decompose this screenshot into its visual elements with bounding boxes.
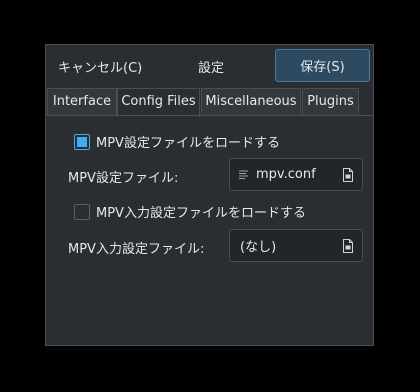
text-file-icon [238,169,250,181]
save-button[interactable]: 保存(S) [275,49,370,82]
load-mpv-conf-label: MPV設定ファイルをロードする [96,136,280,151]
load-input-conf-checkbox-row[interactable]: MPV入力設定ファイルをロードする [74,202,306,221]
tab-miscellaneous[interactable]: Miscellaneous [201,88,301,116]
load-input-conf-label: MPV入力設定ファイルをロードする [96,206,306,221]
mpv-conf-label: MPV設定ファイル: [68,171,179,186]
mpv-conf-value: mpv.conf [256,167,316,182]
settings-dialog: キャンセル(C) 設定 保存(S) Interface Config Files… [45,44,374,346]
load-mpv-conf-checkbox[interactable] [74,133,90,150]
dialog-header: キャンセル(C) 設定 保存(S) [46,45,373,89]
input-conf-value: (なし) [240,240,277,255]
tab-config-files[interactable]: Config Files [117,88,200,117]
input-conf-file-field[interactable]: (なし) [229,229,363,262]
document-open-icon[interactable] [342,168,354,182]
tab-plugins[interactable]: Plugins [302,88,359,116]
load-input-conf-checkbox[interactable] [74,203,90,220]
load-mpv-conf-checkbox-row[interactable]: MPV設定ファイルをロードする [74,132,280,151]
cancel-button[interactable]: キャンセル(C) [58,57,142,76]
tab-interface[interactable]: Interface [47,88,117,116]
dialog-title: 設定 [198,61,225,76]
mpv-conf-file-field[interactable]: mpv.conf [229,158,363,191]
document-open-icon[interactable] [342,239,354,253]
input-conf-label: MPV入力設定ファイル: [68,242,205,257]
tab-divider [46,115,373,116]
